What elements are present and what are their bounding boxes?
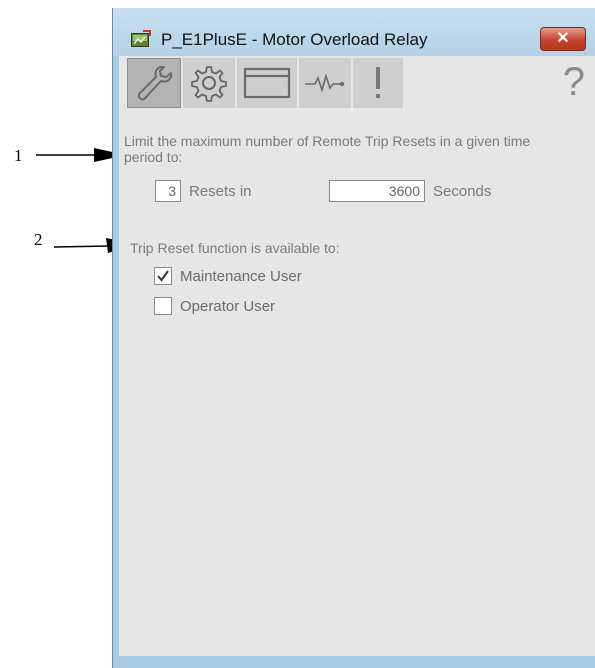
checkmark-icon (157, 270, 169, 282)
tab-alarms[interactable] (353, 58, 403, 108)
faceplate-icon (131, 30, 151, 47)
callout-number-1: 1 (14, 146, 23, 165)
title-bar[interactable]: P_E1PlusE - Motor Overload Relay ✕ (113, 8, 595, 56)
tab-trends[interactable] (299, 58, 351, 108)
window-title: P_E1PlusE - Motor Overload Relay (161, 30, 428, 49)
gear-icon (191, 66, 227, 102)
faceplate-body: ? Limit the maximum number of Remote Tri… (119, 56, 595, 656)
tab-toolbar: ? (127, 58, 595, 110)
maintenance-user-checkbox[interactable] (154, 267, 172, 285)
tab-engineering[interactable] (183, 58, 235, 108)
window-icon (243, 67, 291, 99)
tab-maintenance[interactable] (127, 58, 181, 108)
operator-user-label: Operator User (180, 298, 276, 315)
resets-in-label: Resets in (189, 183, 252, 200)
operator-user-checkbox[interactable] (154, 297, 172, 315)
reset-count-field[interactable]: 3 (155, 180, 181, 202)
callout-number-2: 2 (34, 230, 43, 249)
alarm-icon (376, 67, 380, 98)
wrench-icon (137, 65, 173, 101)
reset-limit-description: Limit the maximum number of Remote Trip … (124, 133, 531, 165)
seconds-label: Seconds (433, 183, 492, 200)
reset-period-seconds-field[interactable]: 3600 (329, 180, 425, 202)
tab-diagnostics[interactable] (237, 58, 297, 108)
trend-icon (305, 73, 345, 93)
help-icon[interactable]: ? (563, 60, 585, 105)
maintenance-user-label: Maintenance User (180, 268, 302, 285)
trip-reset-access-heading: Trip Reset function is available to: (130, 240, 340, 256)
close-button[interactable]: ✕ (540, 27, 586, 51)
faceplate-window: P_E1PlusE - Motor Overload Relay ✕ ? Lim… (112, 8, 595, 668)
